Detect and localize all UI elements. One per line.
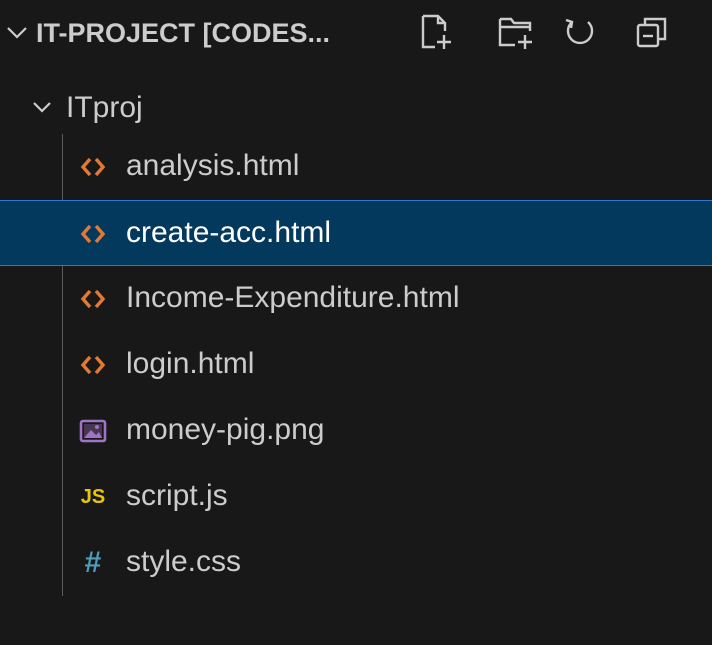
new-file-icon	[421, 14, 451, 49]
js-icon: JS	[76, 464, 110, 530]
file-row-style[interactable]: # style.css	[0, 530, 712, 596]
image-icon	[76, 398, 110, 464]
html-icon	[76, 332, 110, 398]
file-row-analysis[interactable]: analysis.html	[0, 134, 712, 200]
file-label: script.js	[126, 479, 228, 512]
html-icon	[76, 266, 110, 332]
js-badge: JS	[80, 485, 106, 508]
file-label: Income-Expenditure.html	[126, 281, 460, 314]
new-folder-icon	[498, 17, 532, 49]
html-icon	[76, 134, 110, 200]
html-icon	[76, 201, 110, 267]
refresh-icon	[565, 18, 594, 45]
css-icon: #	[76, 530, 110, 596]
file-label: analysis.html	[126, 149, 300, 182]
file-label: style.css	[126, 545, 242, 578]
workspace-title[interactable]: IT-PROJECT [CODES...	[36, 18, 330, 49]
new-folder-button[interactable]	[496, 12, 536, 52]
new-file-button[interactable]	[416, 12, 456, 52]
file-row-create-acc[interactable]: create-acc.html	[0, 200, 712, 266]
folder-label: ITproj	[66, 91, 143, 124]
collapse-all-button[interactable]	[632, 12, 672, 52]
file-list: analysis.html create-acc.html Income-Exp…	[0, 134, 712, 596]
chevron-down-icon	[33, 102, 51, 113]
refresh-button[interactable]	[560, 12, 600, 52]
collapse-all-icon	[636, 17, 667, 48]
file-row-money-pig[interactable]: money-pig.png	[0, 398, 712, 464]
explorer-panel: IT-PROJECT [CODES... ITproj analysis.htm…	[0, 0, 712, 645]
file-row-script[interactable]: JS script.js	[0, 464, 712, 530]
file-label: login.html	[126, 347, 255, 380]
file-row-login[interactable]: login.html	[0, 332, 712, 398]
css-badge: #	[84, 546, 102, 579]
file-label: create-acc.html	[126, 216, 332, 249]
chevron-down-icon[interactable]	[6, 26, 28, 40]
file-row-income-expenditure[interactable]: Income-Expenditure.html	[0, 266, 712, 332]
folder-row-itproj[interactable]: ITproj	[0, 78, 712, 136]
explorer-header[interactable]: IT-PROJECT [CODES...	[0, 0, 712, 64]
file-label: money-pig.png	[126, 413, 325, 446]
